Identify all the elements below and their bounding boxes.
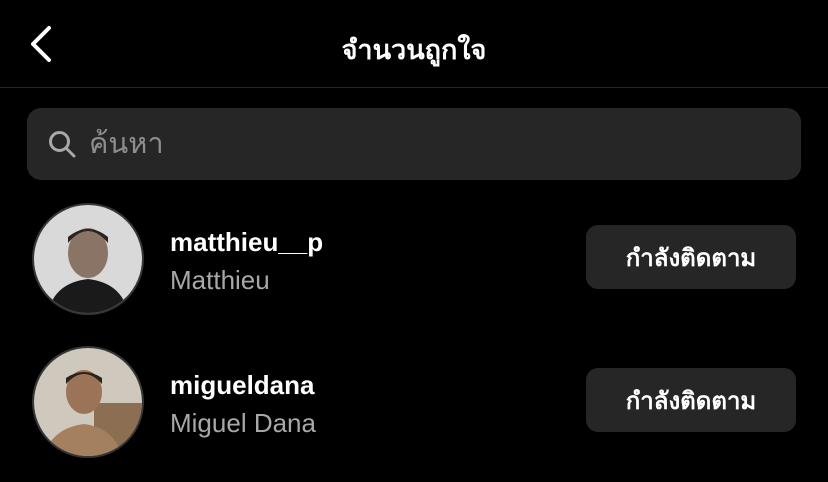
list-item[interactable]: migueldana Miguel Dana กำลังติดตาม bbox=[0, 344, 828, 460]
list-item[interactable]: matthieu__p Matthieu กำลังติดตาม bbox=[0, 201, 828, 317]
search-icon bbox=[47, 129, 77, 159]
following-button[interactable]: กำลังติดตาม bbox=[586, 368, 796, 432]
search-input[interactable] bbox=[89, 108, 801, 180]
avatar[interactable] bbox=[32, 346, 144, 458]
username[interactable]: migueldana bbox=[170, 370, 314, 401]
full-name: Miguel Dana bbox=[170, 408, 316, 438]
username[interactable]: matthieu__p bbox=[170, 227, 323, 258]
avatar[interactable] bbox=[32, 203, 144, 315]
header: จำนวนถูกใจ bbox=[0, 0, 828, 88]
following-button[interactable]: กำลังติดตาม bbox=[586, 225, 796, 289]
page-title: จำนวนถูกใจ bbox=[341, 35, 487, 65]
full-name: Matthieu bbox=[170, 265, 270, 295]
search-bar[interactable] bbox=[27, 108, 801, 180]
